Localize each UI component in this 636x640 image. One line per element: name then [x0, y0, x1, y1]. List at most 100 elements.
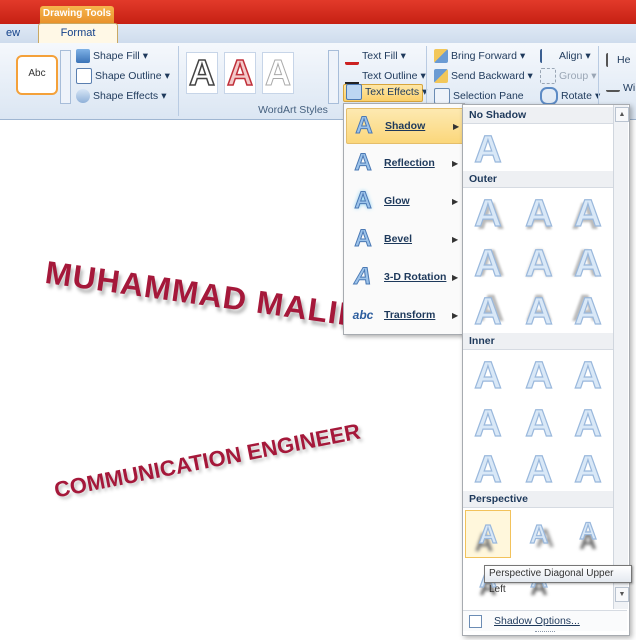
gallery-item-outer[interactable]: A — [467, 290, 509, 333]
shape-styles-scroll[interactable] — [60, 50, 71, 104]
gallery-item-inner[interactable]: A — [518, 354, 560, 397]
text-effects-row: Text Effects ▾ — [346, 84, 427, 100]
gallery-item-outer[interactable]: A — [467, 192, 509, 235]
shape-style-preview[interactable]: Abc — [16, 55, 58, 95]
scroll-up-icon[interactable]: ▲ — [615, 107, 629, 122]
submenu-arrow-icon: ▶ — [452, 272, 459, 282]
tooltip: Perspective Diagonal Upper Left — [484, 565, 632, 595]
paint-bucket-icon — [76, 49, 90, 63]
tab-format[interactable]: Format — [38, 23, 118, 44]
menu-item-transform[interactable]: abc Transform ▶ — [346, 298, 462, 332]
width-field[interactable]: Wi — [606, 80, 635, 96]
bring-forward-label: Bring Forward — [451, 50, 517, 62]
gallery-item-outer[interactable]: A — [567, 192, 609, 235]
gallery-item-outer[interactable]: A — [567, 290, 609, 333]
selection-pane-button[interactable]: Selection Pane — [434, 88, 533, 104]
gallery-item-outer[interactable]: A — [567, 242, 609, 285]
gallery-item-no-shadow[interactable]: A — [467, 128, 509, 171]
send-backward-icon — [434, 69, 448, 83]
text-fill-icon — [345, 48, 359, 65]
menu-item-bevel[interactable]: A Bevel ▶ — [346, 222, 462, 256]
wordart-style-1[interactable]: A — [186, 52, 218, 94]
bring-forward-icon — [434, 49, 448, 63]
wordart-style-2[interactable]: A — [224, 52, 256, 94]
send-backward-button[interactable]: Send Backward ▾ — [434, 68, 533, 84]
text-outline-icon — [345, 68, 359, 85]
3d-rotation-effect-icon: A — [351, 263, 375, 291]
gallery-item-inner[interactable]: A — [467, 402, 509, 445]
bring-forward-button[interactable]: Bring Forward ▾ — [434, 48, 533, 64]
shadow-options-label: Shadow Options... — [494, 615, 580, 627]
size-commands: He Wi — [606, 52, 635, 96]
wordart-gallery: A A A — [186, 52, 294, 94]
wordart-style-3[interactable]: A — [262, 52, 294, 94]
shape-effects-label: Shape Effects — [93, 90, 159, 102]
shadow-options-button[interactable]: Shadow Options... — [463, 610, 627, 631]
width-icon — [606, 84, 620, 92]
gallery-item-perspective[interactable]: A — [518, 513, 560, 555]
menu-item-reflection[interactable]: A Reflection ▶ — [346, 146, 462, 180]
gallery-item-outer[interactable]: A — [518, 290, 560, 333]
gallery-item-inner[interactable]: A — [467, 354, 509, 397]
gallery-item-inner[interactable]: A — [518, 402, 560, 445]
section-perspective: Perspective — [463, 491, 619, 508]
gallery-item-inner[interactable]: A — [567, 354, 609, 397]
width-label: Wi — [623, 82, 636, 94]
gallery-item-perspective[interactable]: A — [567, 511, 609, 553]
shape-outline-label: Shape Outline — [95, 70, 162, 82]
menu-item-label: 3-D Rotation — [384, 271, 447, 283]
submenu-arrow-icon: ▶ — [452, 196, 459, 206]
height-field[interactable]: He — [606, 52, 635, 68]
resize-grip[interactable] — [535, 631, 555, 635]
menu-item-label: Bevel — [384, 233, 413, 245]
shape-fill-button[interactable]: Shape Fill ▾ — [76, 48, 170, 64]
gallery-item-inner[interactable]: A — [518, 448, 560, 491]
menu-item-label: Transform — [384, 309, 436, 321]
text-outline-button[interactable]: Text Outline ▾ — [345, 68, 426, 85]
rotate-button[interactable]: Rotate ▾ — [540, 87, 600, 105]
gallery-item-inner[interactable]: A — [567, 402, 609, 445]
section-outer: Outer — [463, 171, 619, 188]
menu-item-shadow[interactable]: A Shadow ▶ — [346, 108, 464, 144]
tab-view[interactable]: ew — [0, 24, 26, 42]
shape-effects-button[interactable]: Shape Effects ▾ — [76, 88, 170, 104]
shadow-gallery: No Shadow A Outer A A A A A A A A A Inne… — [462, 104, 630, 636]
wordart-scroll[interactable] — [328, 50, 339, 104]
menu-item-glow[interactable]: A Glow ▶ — [346, 184, 462, 218]
gallery-item-inner[interactable]: A — [467, 448, 509, 491]
shadow-effect-icon: A — [355, 112, 373, 139]
text-effects-menu: A Shadow ▶ A Reflection ▶ A Glow ▶ A Bevel ▶ A 3-… — [343, 103, 465, 335]
scroll-down-icon[interactable]: ▼ — [615, 587, 629, 602]
align-button[interactable]: Align ▾ — [540, 48, 600, 64]
group-separator — [178, 46, 179, 116]
height-label: He — [617, 54, 631, 66]
gallery-item-outer[interactable]: A — [518, 192, 560, 235]
transform-effect-icon: abc — [352, 308, 374, 322]
shape-fill-label: Shape Fill — [93, 50, 140, 62]
wordart-group-label: WordArt Styles — [258, 104, 328, 116]
gallery-item-outer[interactable]: A — [518, 242, 560, 285]
group-icon — [540, 68, 556, 84]
gallery-item-perspective-upper-left[interactable]: A — [467, 513, 509, 555]
shape-outline-button[interactable]: Shape Outline ▾ — [76, 68, 170, 84]
glow-effect-icon: A — [354, 187, 372, 214]
contextual-tab-drawing-tools: Drawing Tools — [40, 6, 114, 24]
height-icon — [606, 53, 614, 67]
arrange-commands-right: Align ▾ Group ▾ Rotate ▾ — [540, 48, 600, 105]
text-fill-button[interactable]: Text Fill ▾ — [345, 48, 426, 65]
gallery-item-outer[interactable]: A — [467, 242, 509, 285]
group-button[interactable]: Group ▾ — [540, 68, 600, 84]
gallery-scrollbar[interactable]: ▲ ▼ — [613, 105, 629, 609]
shadow-options-icon — [469, 614, 482, 628]
send-backward-label: Send Backward — [451, 70, 525, 82]
pen-outline-icon — [76, 68, 92, 84]
align-label: Align — [559, 50, 583, 62]
bevel-effect-icon: A — [354, 225, 372, 252]
rotate-icon — [540, 87, 558, 105]
text-effects-icon — [346, 84, 362, 100]
wordart-commands: Text Fill ▾ Text Outline ▾ — [345, 48, 426, 85]
text-effects-label: Text Effects — [365, 86, 420, 98]
gallery-item-inner[interactable]: A — [567, 448, 609, 491]
menu-item-3d-rotation[interactable]: A 3-D Rotation ▶ — [346, 260, 462, 294]
submenu-arrow-icon: ▶ — [452, 234, 459, 244]
